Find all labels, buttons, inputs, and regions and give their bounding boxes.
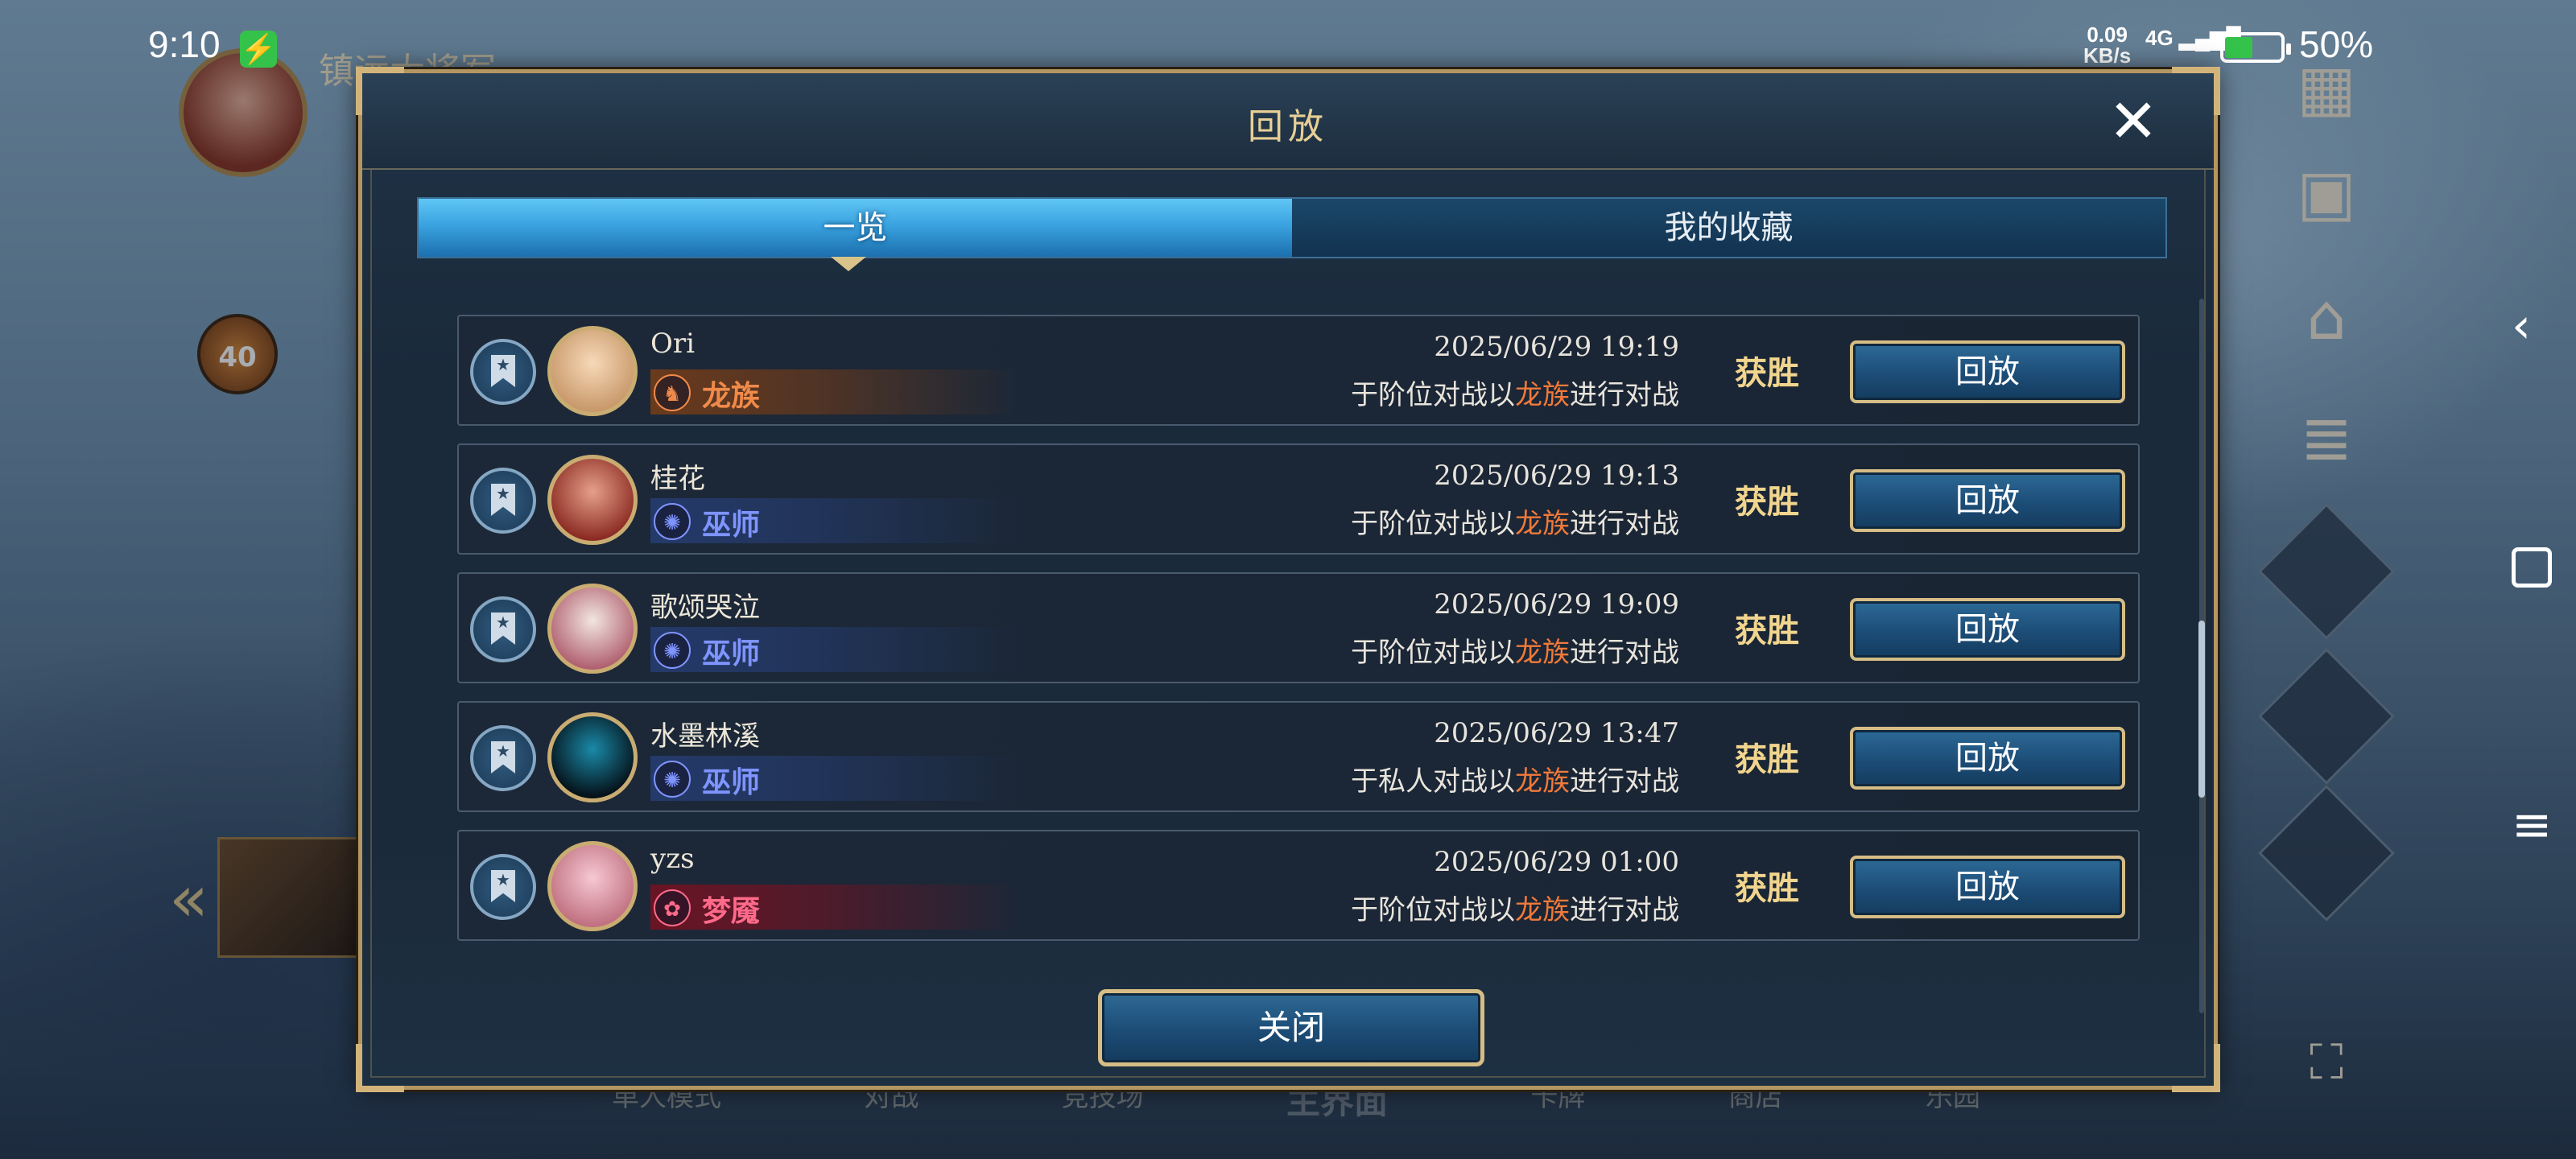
replay-row: ★ 桂花 ✺ 巫师 2025/06/29 19:13 于阶位对战以龙族进行对战 获胜 回放 bbox=[457, 443, 2140, 555]
desc-suffix: 进行对战 bbox=[1570, 379, 1679, 411]
desc-prefix: 于私人对战以 bbox=[1351, 765, 1515, 798]
match-result: 获胜 bbox=[1735, 612, 1799, 650]
desc-class: 龙族 bbox=[1515, 765, 1570, 798]
class-band: ✺ 巫师 bbox=[650, 498, 1021, 543]
class-band: ♞ 龙族 bbox=[650, 369, 1021, 415]
match-datetime: 2025/06/29 19:13 bbox=[1434, 460, 1679, 492]
replay-row: ★ 水墨林溪 ✺ 巫师 2025/06/29 13:47 于私人对战以龙族进行对战 获胜 回放 bbox=[457, 701, 2140, 812]
star-icon: ★ bbox=[496, 484, 510, 503]
replay-row: ★ Ori ♞ 龙族 2025/06/29 19:19 于阶位对战以龙族进行对战 获胜 回放 bbox=[457, 315, 2140, 426]
desc-class: 龙族 bbox=[1515, 508, 1570, 540]
replay-row: ★ yzs ✿ 梦魇 2025/06/29 01:00 于阶位对战以龙族进行对战 获胜 回放 bbox=[457, 830, 2140, 941]
replay-tabs: 一览 我的收藏 bbox=[417, 197, 2167, 258]
charging-icon: ⚡ bbox=[240, 31, 277, 68]
desc-prefix: 于阶位对战以 bbox=[1351, 379, 1515, 411]
tab-indicator bbox=[831, 257, 866, 271]
class-band: ✺ 巫师 bbox=[650, 756, 1021, 801]
opponent-name: Ori bbox=[650, 328, 696, 360]
class-band: ✿ 梦魇 bbox=[650, 885, 1021, 930]
match-description: 于阶位对战以龙族进行对战 bbox=[1351, 888, 1679, 927]
match-datetime: 2025/06/29 13:47 bbox=[1434, 717, 1679, 749]
match-datetime: 2025/06/29 19:09 bbox=[1434, 588, 1679, 621]
match-description: 于私人对战以龙族进行对战 bbox=[1351, 759, 1679, 798]
star-icon: ★ bbox=[496, 355, 510, 374]
battery-icon bbox=[2220, 32, 2291, 63]
home-nav-icon[interactable] bbox=[2512, 547, 2552, 588]
bookmark-button[interactable]: ★ bbox=[470, 339, 536, 405]
opponent-avatar bbox=[547, 712, 638, 802]
bookmark-button[interactable]: ★ bbox=[470, 725, 536, 791]
match-description: 于阶位对战以龙族进行对战 bbox=[1351, 630, 1679, 670]
replay-button[interactable]: 回放 bbox=[1850, 727, 2125, 790]
dialog-header: 回放 ✕ bbox=[362, 73, 2214, 170]
nightmare-icon: ✿ bbox=[654, 889, 691, 926]
class-label: 巫师 bbox=[702, 637, 761, 670]
class-label: 巫师 bbox=[702, 508, 761, 542]
bookmark-button[interactable]: ★ bbox=[470, 854, 536, 920]
opponent-avatar bbox=[547, 455, 638, 545]
class-label: 梦魇 bbox=[702, 894, 761, 928]
tab-favorites[interactable]: 我的收藏 bbox=[1292, 199, 2165, 257]
star-icon: ★ bbox=[496, 870, 510, 889]
rune-icon: ✺ bbox=[654, 761, 691, 798]
rune-icon: ✺ bbox=[654, 632, 691, 669]
back-nav-icon[interactable]: ‹ bbox=[2512, 298, 2531, 354]
dialog-title: 回放 bbox=[1248, 106, 1328, 147]
dragon-icon: ♞ bbox=[654, 374, 691, 411]
recent-apps-icon[interactable]: ≡ bbox=[2512, 797, 2552, 853]
star-icon: ★ bbox=[496, 741, 510, 761]
match-result: 获胜 bbox=[1735, 740, 1799, 778]
network-speed: 0.09 KB/s bbox=[2083, 23, 2132, 68]
tab-overview[interactable]: 一览 bbox=[419, 199, 1292, 257]
opponent-name: 歌颂哭泣 bbox=[650, 592, 760, 624]
status-time: 9:10 bbox=[148, 23, 221, 65]
desc-class: 龙族 bbox=[1515, 637, 1570, 669]
opponent-name: 水墨林溪 bbox=[650, 720, 760, 753]
frame-corner bbox=[2172, 1044, 2220, 1092]
rune-icon: ✺ bbox=[654, 503, 691, 540]
replay-button[interactable]: 回放 bbox=[1850, 598, 2125, 661]
frame-corner bbox=[356, 1044, 404, 1092]
match-datetime: 2025/06/29 01:00 bbox=[1434, 846, 1679, 878]
replay-button[interactable]: 回放 bbox=[1850, 856, 2125, 918]
match-description: 于阶位对战以龙族进行对战 bbox=[1351, 373, 1679, 412]
desc-class: 龙族 bbox=[1515, 379, 1570, 411]
desc-class: 龙族 bbox=[1515, 894, 1570, 926]
desc-suffix: 进行对战 bbox=[1570, 508, 1679, 540]
desc-suffix: 进行对战 bbox=[1570, 637, 1679, 669]
match-result: 获胜 bbox=[1735, 869, 1799, 907]
desc-prefix: 于阶位对战以 bbox=[1351, 637, 1515, 669]
opponent-avatar bbox=[547, 326, 638, 416]
desc-prefix: 于阶位对战以 bbox=[1351, 894, 1515, 926]
desc-suffix: 进行对战 bbox=[1570, 894, 1679, 926]
bookmark-button[interactable]: ★ bbox=[470, 468, 536, 534]
replay-row: ★ 歌颂哭泣 ✺ 巫师 2025/06/29 19:09 于阶位对战以龙族进行对战 获胜 回放 bbox=[457, 572, 2140, 683]
match-datetime: 2025/06/29 19:19 bbox=[1434, 331, 1679, 363]
opponent-avatar bbox=[547, 841, 638, 931]
star-icon: ★ bbox=[496, 612, 510, 632]
scrollbar-thumb[interactable] bbox=[2198, 621, 2205, 798]
match-result: 获胜 bbox=[1735, 483, 1799, 521]
opponent-avatar bbox=[547, 584, 638, 674]
class-label: 巫师 bbox=[702, 765, 761, 799]
bookmark-button[interactable]: ★ bbox=[470, 596, 536, 662]
replay-dialog: 回放 ✕ 一览 我的收藏 ★ Ori ♞ 龙族 2025/06/29 19:19 于阶位对… bbox=[356, 67, 2220, 1092]
close-icon[interactable]: ✕ bbox=[2101, 89, 2165, 154]
match-result: 获胜 bbox=[1735, 354, 1799, 392]
opponent-name: yzs bbox=[650, 843, 695, 875]
desc-suffix: 进行对战 bbox=[1570, 765, 1679, 798]
replay-button[interactable]: 回放 bbox=[1850, 469, 2125, 532]
close-button[interactable]: 关闭 bbox=[1098, 989, 1484, 1066]
replay-button[interactable]: 回放 bbox=[1850, 340, 2125, 403]
desc-prefix: 于阶位对战以 bbox=[1351, 508, 1515, 540]
class-band: ✺ 巫师 bbox=[650, 627, 1021, 672]
battery-percent: 50% bbox=[2299, 23, 2374, 65]
opponent-name: 桂花 bbox=[650, 463, 705, 495]
match-description: 于阶位对战以龙族进行对战 bbox=[1351, 501, 1679, 541]
class-label: 龙族 bbox=[702, 379, 761, 413]
